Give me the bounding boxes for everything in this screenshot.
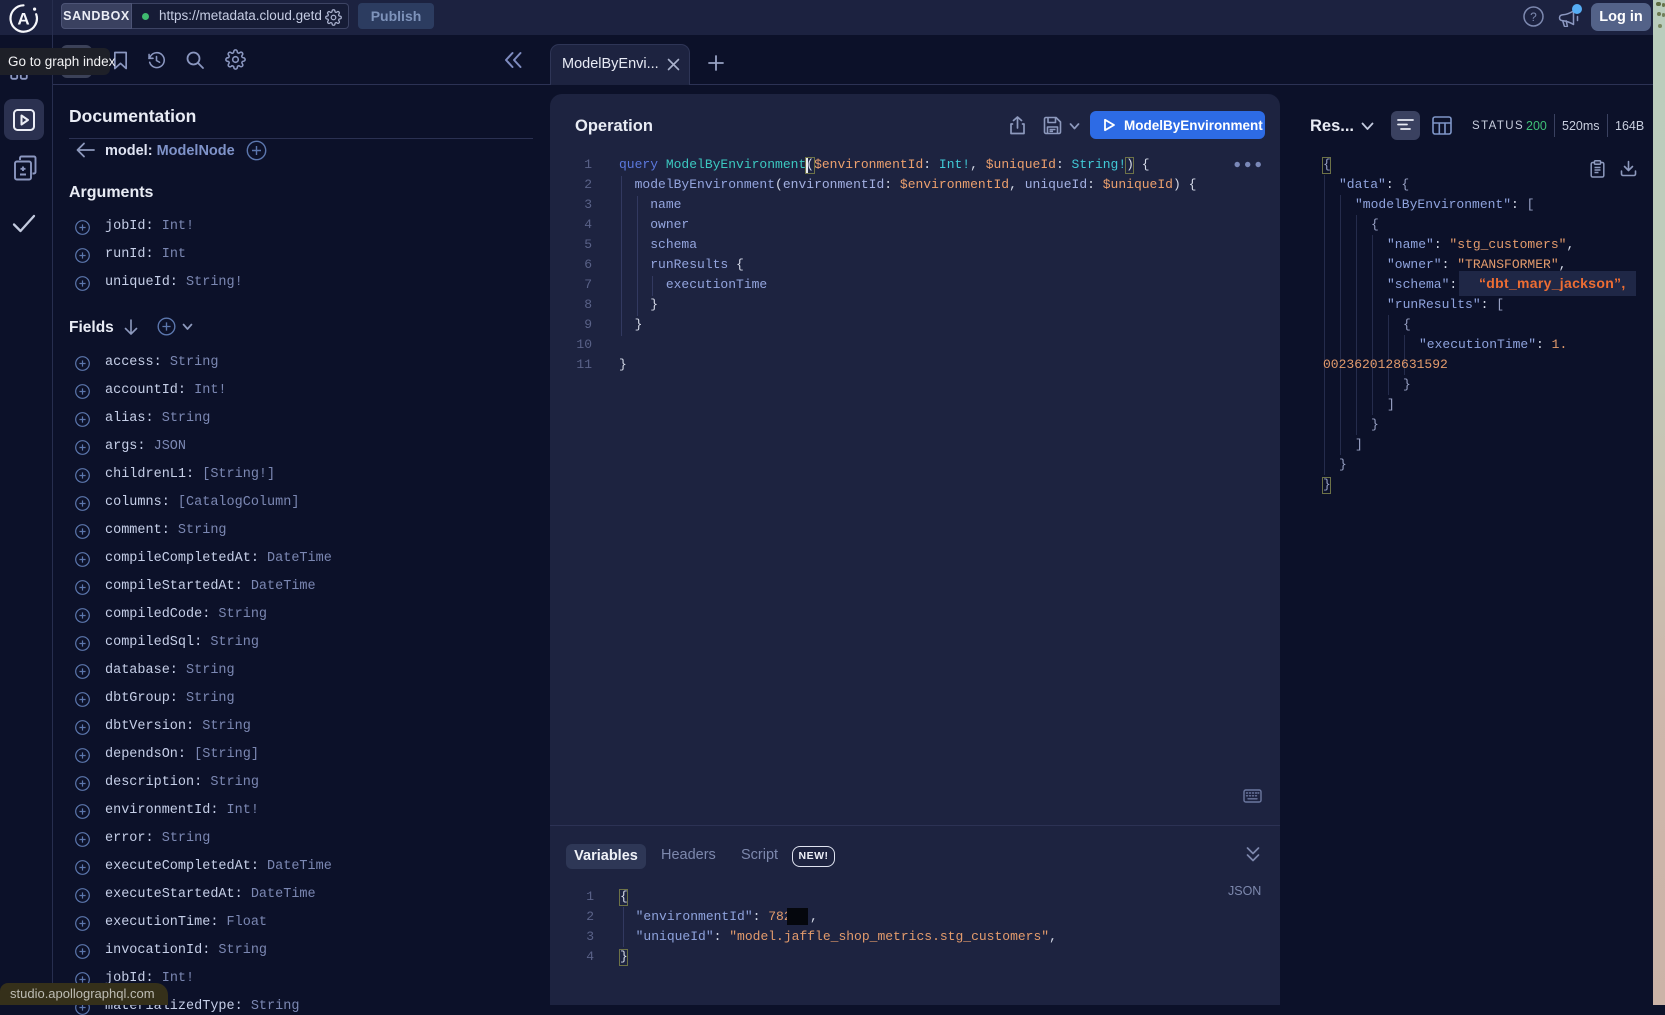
svg-text:?: ? — [1530, 10, 1537, 24]
svg-text:A: A — [17, 10, 29, 29]
